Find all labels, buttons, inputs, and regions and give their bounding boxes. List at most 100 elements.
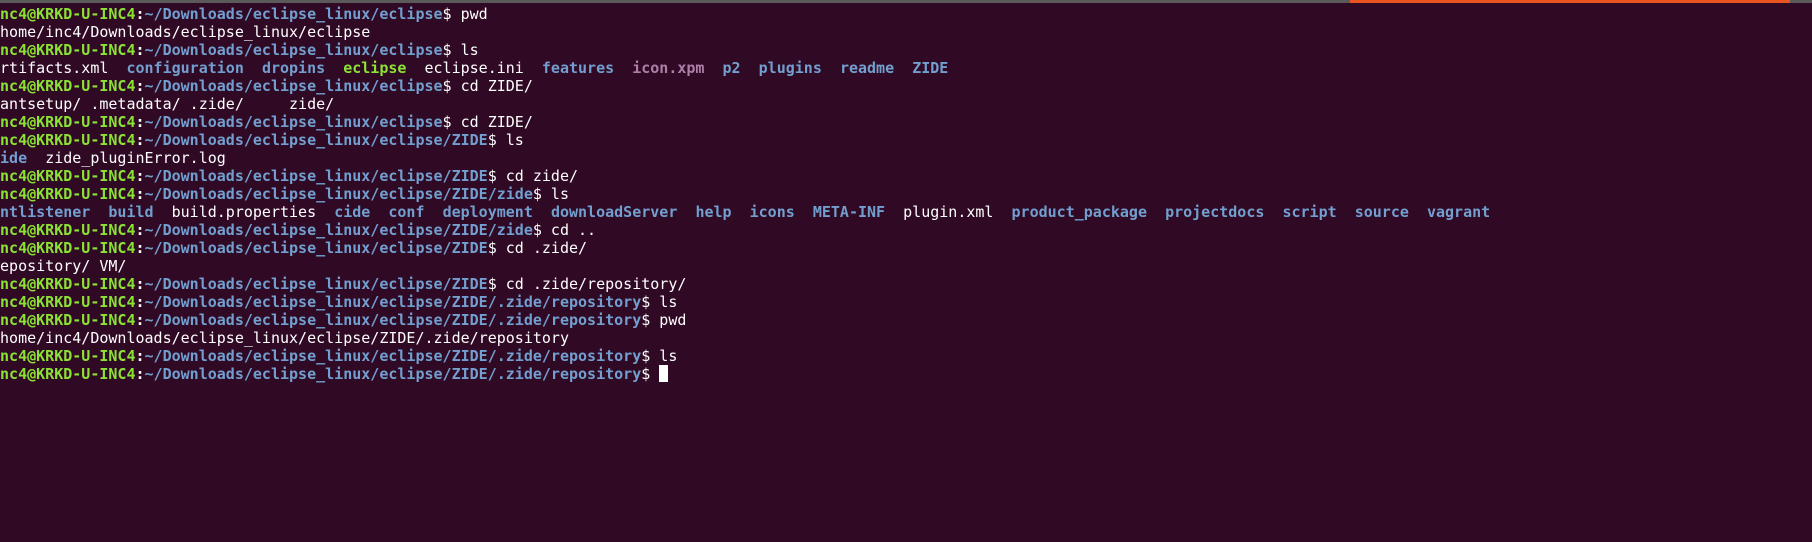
ls-entry-file: build.properties — [171, 203, 317, 221]
prompt-user-host: inc4@KRKD-U-INC4 — [0, 113, 136, 131]
ls-entry-file: zide_pluginError.log — [45, 149, 226, 167]
command-text — [650, 365, 659, 383]
prompt-symbol: $ — [487, 275, 497, 293]
output-line: repository/ VM/ — [0, 257, 1812, 275]
prompt-separator: : — [135, 5, 145, 23]
ls-entry-dir: build — [108, 203, 154, 221]
prompt-separator: : — [135, 131, 145, 149]
prompt-separator: : — [135, 41, 145, 59]
prompt-symbol: $ — [641, 311, 651, 329]
prompt-path: ~/Downloads/eclipse_linux/eclipse — [144, 5, 443, 23]
prompt-user-host: inc4@KRKD-U-INC4 — [0, 293, 136, 311]
ls-entry-dir: p2 — [722, 59, 741, 77]
prompt-symbol: $ — [442, 41, 452, 59]
prompt-symbol: $ — [641, 293, 651, 311]
ls-entry-dir: vagrant — [1426, 203, 1491, 221]
command-text: ls — [650, 293, 678, 311]
command-text: pwd — [650, 311, 687, 329]
ls-entry-dir: META-INF — [812, 203, 886, 221]
ls-entry-file: plugin.xml — [903, 203, 994, 221]
command-text: ls — [650, 347, 678, 365]
prompt-user-host: inc4@KRKD-U-INC4 — [0, 365, 136, 383]
ls-entry-dir: plugins — [758, 59, 822, 77]
prompt-line: inc4@KRKD-U-INC4:~/Downloads/eclipse_lin… — [0, 185, 1812, 203]
prompt-symbol: $ — [532, 221, 542, 239]
prompt-separator: : — [135, 311, 145, 329]
terminal-output[interactable]: inc4@KRKD-U-INC4:~/Downloads/eclipse_lin… — [0, 5, 1812, 383]
prompt-user-host: inc4@KRKD-U-INC4 — [0, 311, 136, 329]
prompt-separator: : — [135, 275, 145, 293]
prompt-symbol: $ — [641, 347, 651, 365]
output-line: /home/inc4/Downloads/eclipse_linux/eclip… — [0, 23, 1812, 41]
prompt-path: ~/Downloads/eclipse_linux/eclipse/ZIDE/.… — [144, 347, 642, 365]
output-text: .antsetup/ .metadata/ .zide/ zide/ — [0, 95, 335, 113]
prompt-line: inc4@KRKD-U-INC4:~/Downloads/eclipse_lin… — [0, 167, 1812, 185]
window-top-accent — [1350, 0, 1790, 3]
prompt-symbol: $ — [442, 5, 452, 23]
prompt-path: ~/Downloads/eclipse_linux/eclipse/ZIDE/z… — [144, 221, 533, 239]
ls-output-line: antlistener build build.properties cide … — [0, 203, 1812, 221]
ls-entry-dir: readme — [839, 59, 895, 77]
prompt-separator: : — [135, 365, 145, 383]
prompt-separator: : — [135, 113, 145, 131]
prompt-user-host: inc4@KRKD-U-INC4 — [0, 5, 136, 23]
prompt-line: inc4@KRKD-U-INC4:~/Downloads/eclipse_lin… — [0, 347, 1812, 365]
ls-entry-dir: deployment — [442, 203, 533, 221]
prompt-line: inc4@KRKD-U-INC4:~/Downloads/eclipse_lin… — [0, 41, 1812, 59]
prompt-symbol: $ — [641, 365, 651, 383]
prompt-line: inc4@KRKD-U-INC4:~/Downloads/eclipse_lin… — [0, 113, 1812, 131]
command-text: ls — [496, 131, 524, 149]
prompt-line: inc4@KRKD-U-INC4:~/Downloads/eclipse_lin… — [0, 77, 1812, 95]
prompt-line: inc4@KRKD-U-INC4:~/Downloads/eclipse_lin… — [0, 131, 1812, 149]
prompt-line: inc4@KRKD-U-INC4:~/Downloads/eclipse_lin… — [0, 239, 1812, 257]
command-text: pwd — [451, 5, 488, 23]
ls-entry-dir: ZIDE — [912, 59, 949, 77]
prompt-separator: : — [135, 347, 145, 365]
prompt-symbol: $ — [487, 131, 497, 149]
prompt-separator: : — [135, 167, 145, 185]
prompt-path: ~/Downloads/eclipse_linux/eclipse/ZIDE/.… — [144, 365, 642, 383]
command-text: ls — [451, 41, 479, 59]
ls-entry-dir: zide — [0, 149, 28, 167]
prompt-user-host: inc4@KRKD-U-INC4 — [0, 275, 136, 293]
ls-entry-file: artifacts.xml — [0, 59, 109, 77]
ls-entry-file: eclipse.ini — [424, 59, 524, 77]
prompt-line: inc4@KRKD-U-INC4:~/Downloads/eclipse_lin… — [0, 311, 1812, 329]
output-text: repository/ VM/ — [0, 257, 127, 275]
prompt-path: ~/Downloads/eclipse_linux/eclipse — [144, 113, 443, 131]
ls-entry-dir: projectdocs — [1165, 203, 1265, 221]
prompt-path: ~/Downloads/eclipse_linux/eclipse/ZIDE/.… — [144, 293, 642, 311]
prompt-path: ~/Downloads/eclipse_linux/eclipse/ZIDE — [144, 131, 488, 149]
prompt-path: ~/Downloads/eclipse_linux/eclipse — [144, 41, 443, 59]
output-text: /home/inc4/Downloads/eclipse_linux/eclip… — [0, 23, 371, 41]
ls-entry-exe: eclipse — [343, 59, 407, 77]
prompt-path: ~/Downloads/eclipse_linux/eclipse — [144, 77, 443, 95]
prompt-line: inc4@KRKD-U-INC4:~/Downloads/eclipse_lin… — [0, 365, 1812, 383]
ls-entry-dir: conf — [388, 203, 425, 221]
ls-output-line: artifacts.xml configuration dropins ecli… — [0, 59, 1812, 77]
prompt-user-host: inc4@KRKD-U-INC4 — [0, 41, 136, 59]
prompt-symbol: $ — [487, 239, 497, 257]
prompt-user-host: inc4@KRKD-U-INC4 — [0, 185, 136, 203]
prompt-symbol: $ — [442, 113, 452, 131]
ls-entry-dir: configuration — [126, 59, 244, 77]
prompt-symbol: $ — [442, 77, 452, 95]
ls-entry-dir: source — [1354, 203, 1409, 221]
prompt-user-host: inc4@KRKD-U-INC4 — [0, 77, 136, 95]
prompt-user-host: inc4@KRKD-U-INC4 — [0, 131, 136, 149]
output-line: .antsetup/ .metadata/ .zide/ zide/ — [0, 95, 1812, 113]
ls-entry-dir: downloadServer — [550, 203, 678, 221]
text-cursor — [659, 365, 669, 382]
prompt-path: ~/Downloads/eclipse_linux/eclipse/ZIDE — [144, 275, 488, 293]
prompt-separator: : — [135, 293, 145, 311]
prompt-path: ~/Downloads/eclipse_linux/eclipse/ZIDE/.… — [144, 311, 642, 329]
command-text: cd ZIDE/ — [451, 77, 533, 95]
prompt-symbol: $ — [532, 185, 542, 203]
prompt-path: ~/Downloads/eclipse_linux/eclipse/ZIDE — [144, 239, 488, 257]
ls-entry-dir: script — [1282, 203, 1337, 221]
output-text: /home/inc4/Downloads/eclipse_linux/eclip… — [0, 329, 569, 347]
prompt-user-host: inc4@KRKD-U-INC4 — [0, 239, 136, 257]
ls-entry-dir: cide — [334, 203, 371, 221]
prompt-line: inc4@KRKD-U-INC4:~/Downloads/eclipse_lin… — [0, 221, 1812, 239]
prompt-symbol: $ — [487, 167, 497, 185]
